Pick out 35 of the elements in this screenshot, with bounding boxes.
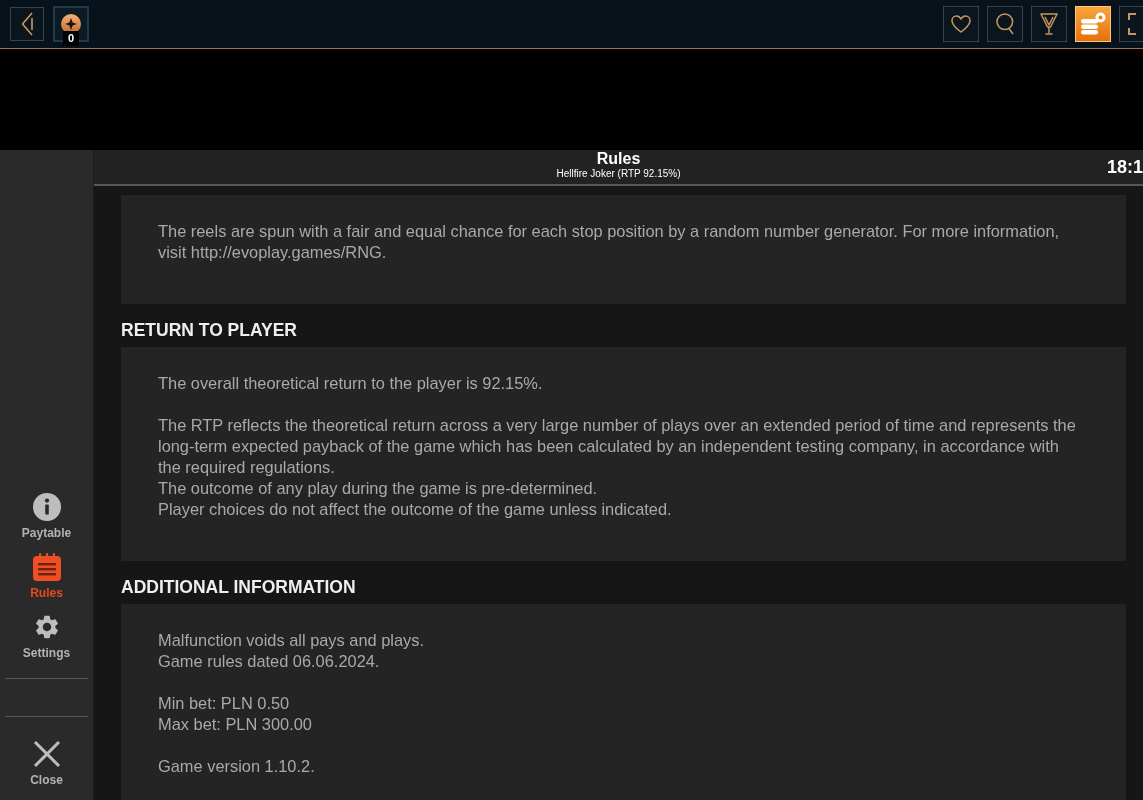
- notepad-icon: [31, 553, 62, 581]
- rules-text: Max bet: PLN 300.00: [158, 714, 313, 735]
- section-heading: RETURN TO PLAYER: [121, 319, 298, 342]
- clock-time: 18:1: [1106, 157, 1143, 177]
- fullscreen-icon: [1128, 13, 1138, 35]
- rules-text: The outcome of any play during the game is pre-determined.: [158, 478, 599, 499]
- sidebar-tab[interactable]: Paytable: [0, 493, 93, 541]
- rules-text: Game rules dated 06.06.2024.: [158, 651, 381, 672]
- back-button[interactable]: [10, 7, 44, 41]
- rules-text: Malfunction voids all pays and plays.: [158, 630, 426, 651]
- coin-stack-icon: [1080, 12, 1106, 36]
- trophy-button[interactable]: [1031, 6, 1067, 42]
- close-button[interactable]: Close: [0, 740, 93, 788]
- search-icon: [995, 13, 1015, 35]
- heart-icon: [951, 15, 971, 33]
- panel-title: Rules: [596, 150, 641, 168]
- panel-subtitle: Hellfire Joker (RTP 92.15%): [556, 168, 681, 179]
- rules-text: Player choices do not affect the outcome of the game unless indicated.: [158, 499, 673, 520]
- sidebar-tab[interactable]: Settings: [0, 613, 93, 661]
- section-heading: ADDITIONAL INFORMATION: [121, 576, 357, 599]
- rules-text: The reels are spun with a fair and equal chance for each stop position by a random number generator. For more information, visit http://evoplay.games/RNG.: [158, 221, 1061, 263]
- back-chevron-icon: [21, 12, 33, 36]
- rules-text: The RTP reflects the theoretical return across a very large number of plays over an extended period of time and represents the long-term expected payback of the game which has been calculated by an independent testing company, in accordance with the required regulations.: [158, 415, 1077, 478]
- count-badge: 0: [62, 31, 80, 46]
- favorites-button[interactable]: [943, 6, 979, 42]
- fullscreen-button[interactable]: [1119, 6, 1143, 42]
- rules-text: The overall theoretical return to the player is 92.15%.: [158, 373, 544, 394]
- trophy-icon: [1040, 13, 1058, 35]
- rules-text: Game version 1.10.2.: [158, 756, 316, 777]
- coins-button[interactable]: [1075, 6, 1111, 42]
- sidebar-tab[interactable]: Rules: [0, 553, 93, 601]
- search-button[interactable]: [987, 6, 1023, 42]
- info-icon: [32, 493, 61, 521]
- rules-text: Min bet: PLN 0.50: [158, 693, 291, 714]
- close-icon: [32, 740, 61, 768]
